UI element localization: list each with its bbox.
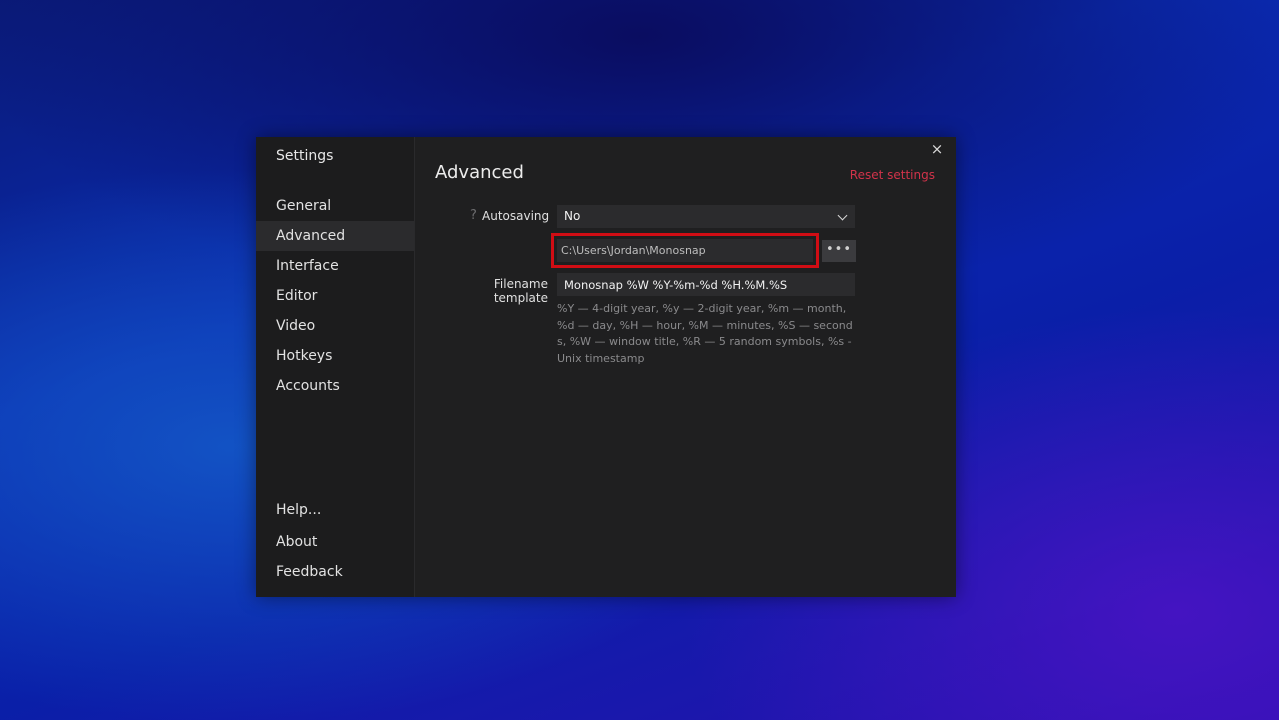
sidebar-item-about[interactable]: About	[256, 527, 414, 557]
chevron-down-icon	[837, 210, 848, 221]
sidebar-item-general[interactable]: General	[256, 191, 414, 221]
folder-path-input[interactable]	[557, 239, 813, 262]
sidebar-item-help[interactable]: Help...	[256, 495, 414, 525]
filename-template-hint: %Y — 4-digit year, %y — 2-digit year, %m…	[557, 302, 853, 365]
page-title: Advanced	[435, 162, 524, 183]
sidebar: Settings General Advanced Interface Edit…	[256, 137, 415, 597]
sidebar-item-interface[interactable]: Interface	[256, 251, 414, 281]
sidebar-item-video[interactable]: Video	[256, 311, 414, 341]
help-icon[interactable]: ?	[470, 208, 477, 223]
sidebar-item-advanced[interactable]: Advanced	[256, 221, 414, 251]
folder-path-highlight	[551, 233, 819, 268]
settings-window: Settings General Advanced Interface Edit…	[256, 137, 956, 597]
sidebar-item-accounts[interactable]: Accounts	[256, 371, 414, 401]
autosaving-select[interactable]: No	[557, 205, 855, 228]
browse-folder-button[interactable]: •••	[822, 240, 856, 262]
reset-settings-link[interactable]: Reset settings	[850, 168, 935, 182]
sidebar-item-hotkeys[interactable]: Hotkeys	[256, 341, 414, 371]
more-dots-icon: •••	[825, 242, 852, 257]
autosaving-label: Autosaving	[482, 209, 550, 223]
sidebar-item-editor[interactable]: Editor	[256, 281, 414, 311]
autosaving-select-value: No	[564, 209, 581, 223]
close-icon[interactable]: ×	[930, 141, 944, 157]
filename-template-input[interactable]	[557, 273, 855, 296]
sidebar-title: Settings	[276, 148, 334, 164]
sidebar-item-feedback[interactable]: Feedback	[256, 557, 414, 587]
filename-template-label: Filename template	[493, 277, 548, 305]
